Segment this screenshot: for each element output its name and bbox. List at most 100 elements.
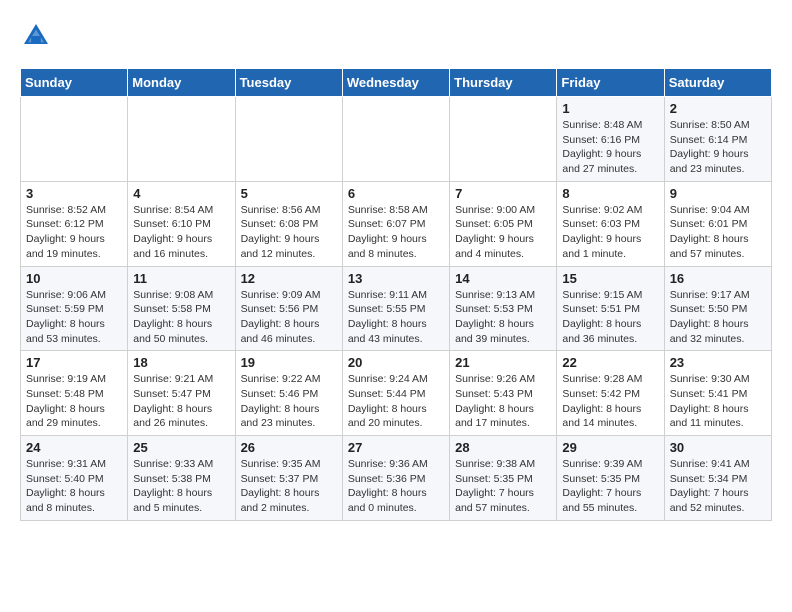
- calendar-cell: 28 Sunrise: 9:38 AM Sunset: 5:35 PM Dayli…: [450, 436, 557, 521]
- day-info: Sunrise: 8:56 AM Sunset: 6:08 PM Dayligh…: [241, 203, 337, 262]
- calendar-cell: 13 Sunrise: 9:11 AM Sunset: 5:55 PM Dayli…: [342, 266, 449, 351]
- calendar-cell: 29 Sunrise: 9:39 AM Sunset: 5:35 PM Dayli…: [557, 436, 664, 521]
- day-info: Sunrise: 9:33 AM Sunset: 5:38 PM Dayligh…: [133, 457, 229, 516]
- calendar-cell: 2 Sunrise: 8:50 AM Sunset: 6:14 PM Daylig…: [664, 97, 771, 182]
- calendar-cell: 12 Sunrise: 9:09 AM Sunset: 5:56 PM Dayli…: [235, 266, 342, 351]
- calendar-cell: 3 Sunrise: 8:52 AM Sunset: 6:12 PM Daylig…: [21, 181, 128, 266]
- day-number: 14: [455, 271, 551, 286]
- calendar-cell: 11 Sunrise: 9:08 AM Sunset: 5:58 PM Dayli…: [128, 266, 235, 351]
- calendar-cell: 24Sunrise: 9:31 AM Sunset: 5:40 PM Dayli…: [21, 436, 128, 521]
- weekday-header-thursday: Thursday: [450, 69, 557, 97]
- day-number: 11: [133, 271, 229, 286]
- day-number: 30: [670, 440, 766, 455]
- day-info: Sunrise: 8:54 AM Sunset: 6:10 PM Dayligh…: [133, 203, 229, 262]
- day-info: Sunrise: 9:06 AM Sunset: 5:59 PM Dayligh…: [26, 288, 122, 347]
- week-row-1: 1 Sunrise: 8:48 AM Sunset: 6:16 PM Daylig…: [21, 97, 772, 182]
- calendar-cell: [128, 97, 235, 182]
- day-info: Sunrise: 9:31 AM Sunset: 5:40 PM Dayligh…: [26, 457, 122, 516]
- day-info: Sunrise: 9:41 AM Sunset: 5:34 PM Dayligh…: [670, 457, 766, 516]
- day-number: 21: [455, 355, 551, 370]
- calendar-cell: [342, 97, 449, 182]
- day-number: 16: [670, 271, 766, 286]
- day-number: 19: [241, 355, 337, 370]
- page: SundayMondayTuesdayWednesdayThursdayFrid…: [0, 0, 792, 531]
- day-number: 17: [26, 355, 122, 370]
- day-info: Sunrise: 9:09 AM Sunset: 5:56 PM Dayligh…: [241, 288, 337, 347]
- calendar: SundayMondayTuesdayWednesdayThursdayFrid…: [20, 68, 772, 521]
- weekday-header-wednesday: Wednesday: [342, 69, 449, 97]
- day-number: 13: [348, 271, 444, 286]
- day-info: Sunrise: 9:28 AM Sunset: 5:42 PM Dayligh…: [562, 372, 658, 431]
- day-info: Sunrise: 9:22 AM Sunset: 5:46 PM Dayligh…: [241, 372, 337, 431]
- day-number: 6: [348, 186, 444, 201]
- calendar-cell: 21 Sunrise: 9:26 AM Sunset: 5:43 PM Dayli…: [450, 351, 557, 436]
- calendar-cell: 6 Sunrise: 8:58 AM Sunset: 6:07 PM Daylig…: [342, 181, 449, 266]
- day-number: 4: [133, 186, 229, 201]
- week-row-2: 3 Sunrise: 8:52 AM Sunset: 6:12 PM Daylig…: [21, 181, 772, 266]
- day-number: 25: [133, 440, 229, 455]
- weekday-header-row: SundayMondayTuesdayWednesdayThursdayFrid…: [21, 69, 772, 97]
- calendar-cell: 10Sunrise: 9:06 AM Sunset: 5:59 PM Dayli…: [21, 266, 128, 351]
- calendar-cell: 16 Sunrise: 9:17 AM Sunset: 5:50 PM Dayli…: [664, 266, 771, 351]
- day-info: Sunrise: 9:39 AM Sunset: 5:35 PM Dayligh…: [562, 457, 658, 516]
- weekday-header-friday: Friday: [557, 69, 664, 97]
- day-number: 18: [133, 355, 229, 370]
- day-info: Sunrise: 9:35 AM Sunset: 5:37 PM Dayligh…: [241, 457, 337, 516]
- day-info: Sunrise: 9:36 AM Sunset: 5:36 PM Dayligh…: [348, 457, 444, 516]
- day-info: Sunrise: 8:48 AM Sunset: 6:16 PM Dayligh…: [562, 118, 658, 177]
- day-number: 29: [562, 440, 658, 455]
- calendar-cell: 23 Sunrise: 9:30 AM Sunset: 5:41 PM Dayli…: [664, 351, 771, 436]
- day-number: 5: [241, 186, 337, 201]
- calendar-cell: 15 Sunrise: 9:15 AM Sunset: 5:51 PM Dayli…: [557, 266, 664, 351]
- day-info: Sunrise: 8:52 AM Sunset: 6:12 PM Dayligh…: [26, 203, 122, 262]
- day-info: Sunrise: 9:21 AM Sunset: 5:47 PM Dayligh…: [133, 372, 229, 431]
- day-info: Sunrise: 9:08 AM Sunset: 5:58 PM Dayligh…: [133, 288, 229, 347]
- day-number: 26: [241, 440, 337, 455]
- day-info: Sunrise: 9:00 AM Sunset: 6:05 PM Dayligh…: [455, 203, 551, 262]
- weekday-header-sunday: Sunday: [21, 69, 128, 97]
- calendar-cell: 7 Sunrise: 9:00 AM Sunset: 6:05 PM Daylig…: [450, 181, 557, 266]
- day-info: Sunrise: 9:02 AM Sunset: 6:03 PM Dayligh…: [562, 203, 658, 262]
- day-info: Sunrise: 9:26 AM Sunset: 5:43 PM Dayligh…: [455, 372, 551, 431]
- day-number: 2: [670, 101, 766, 116]
- day-info: Sunrise: 9:30 AM Sunset: 5:41 PM Dayligh…: [670, 372, 766, 431]
- day-number: 27: [348, 440, 444, 455]
- calendar-cell: 19 Sunrise: 9:22 AM Sunset: 5:46 PM Dayli…: [235, 351, 342, 436]
- calendar-cell: 30 Sunrise: 9:41 AM Sunset: 5:34 PM Dayli…: [664, 436, 771, 521]
- calendar-cell: 4 Sunrise: 8:54 AM Sunset: 6:10 PM Daylig…: [128, 181, 235, 266]
- day-number: 23: [670, 355, 766, 370]
- day-info: Sunrise: 9:24 AM Sunset: 5:44 PM Dayligh…: [348, 372, 444, 431]
- day-number: 28: [455, 440, 551, 455]
- day-number: 22: [562, 355, 658, 370]
- day-number: 8: [562, 186, 658, 201]
- calendar-cell: 8 Sunrise: 9:02 AM Sunset: 6:03 PM Daylig…: [557, 181, 664, 266]
- header: [20, 20, 772, 52]
- logo: [20, 20, 58, 52]
- day-number: 9: [670, 186, 766, 201]
- day-number: 1: [562, 101, 658, 116]
- day-number: 12: [241, 271, 337, 286]
- calendar-cell: 18 Sunrise: 9:21 AM Sunset: 5:47 PM Dayli…: [128, 351, 235, 436]
- day-info: Sunrise: 9:15 AM Sunset: 5:51 PM Dayligh…: [562, 288, 658, 347]
- calendar-cell: [450, 97, 557, 182]
- day-info: Sunrise: 9:19 AM Sunset: 5:48 PM Dayligh…: [26, 372, 122, 431]
- day-info: Sunrise: 9:17 AM Sunset: 5:50 PM Dayligh…: [670, 288, 766, 347]
- calendar-cell: 26 Sunrise: 9:35 AM Sunset: 5:37 PM Dayli…: [235, 436, 342, 521]
- day-number: 3: [26, 186, 122, 201]
- week-row-5: 24Sunrise: 9:31 AM Sunset: 5:40 PM Dayli…: [21, 436, 772, 521]
- day-info: Sunrise: 9:04 AM Sunset: 6:01 PM Dayligh…: [670, 203, 766, 262]
- day-info: Sunrise: 9:38 AM Sunset: 5:35 PM Dayligh…: [455, 457, 551, 516]
- weekday-header-tuesday: Tuesday: [235, 69, 342, 97]
- day-number: 7: [455, 186, 551, 201]
- day-info: Sunrise: 8:50 AM Sunset: 6:14 PM Dayligh…: [670, 118, 766, 177]
- day-info: Sunrise: 8:58 AM Sunset: 6:07 PM Dayligh…: [348, 203, 444, 262]
- weekday-header-monday: Monday: [128, 69, 235, 97]
- day-info: Sunrise: 9:11 AM Sunset: 5:55 PM Dayligh…: [348, 288, 444, 347]
- calendar-cell: [21, 97, 128, 182]
- week-row-3: 10Sunrise: 9:06 AM Sunset: 5:59 PM Dayli…: [21, 266, 772, 351]
- calendar-cell: 22 Sunrise: 9:28 AM Sunset: 5:42 PM Dayli…: [557, 351, 664, 436]
- day-number: 20: [348, 355, 444, 370]
- weekday-header-saturday: Saturday: [664, 69, 771, 97]
- day-number: 15: [562, 271, 658, 286]
- calendar-cell: [235, 97, 342, 182]
